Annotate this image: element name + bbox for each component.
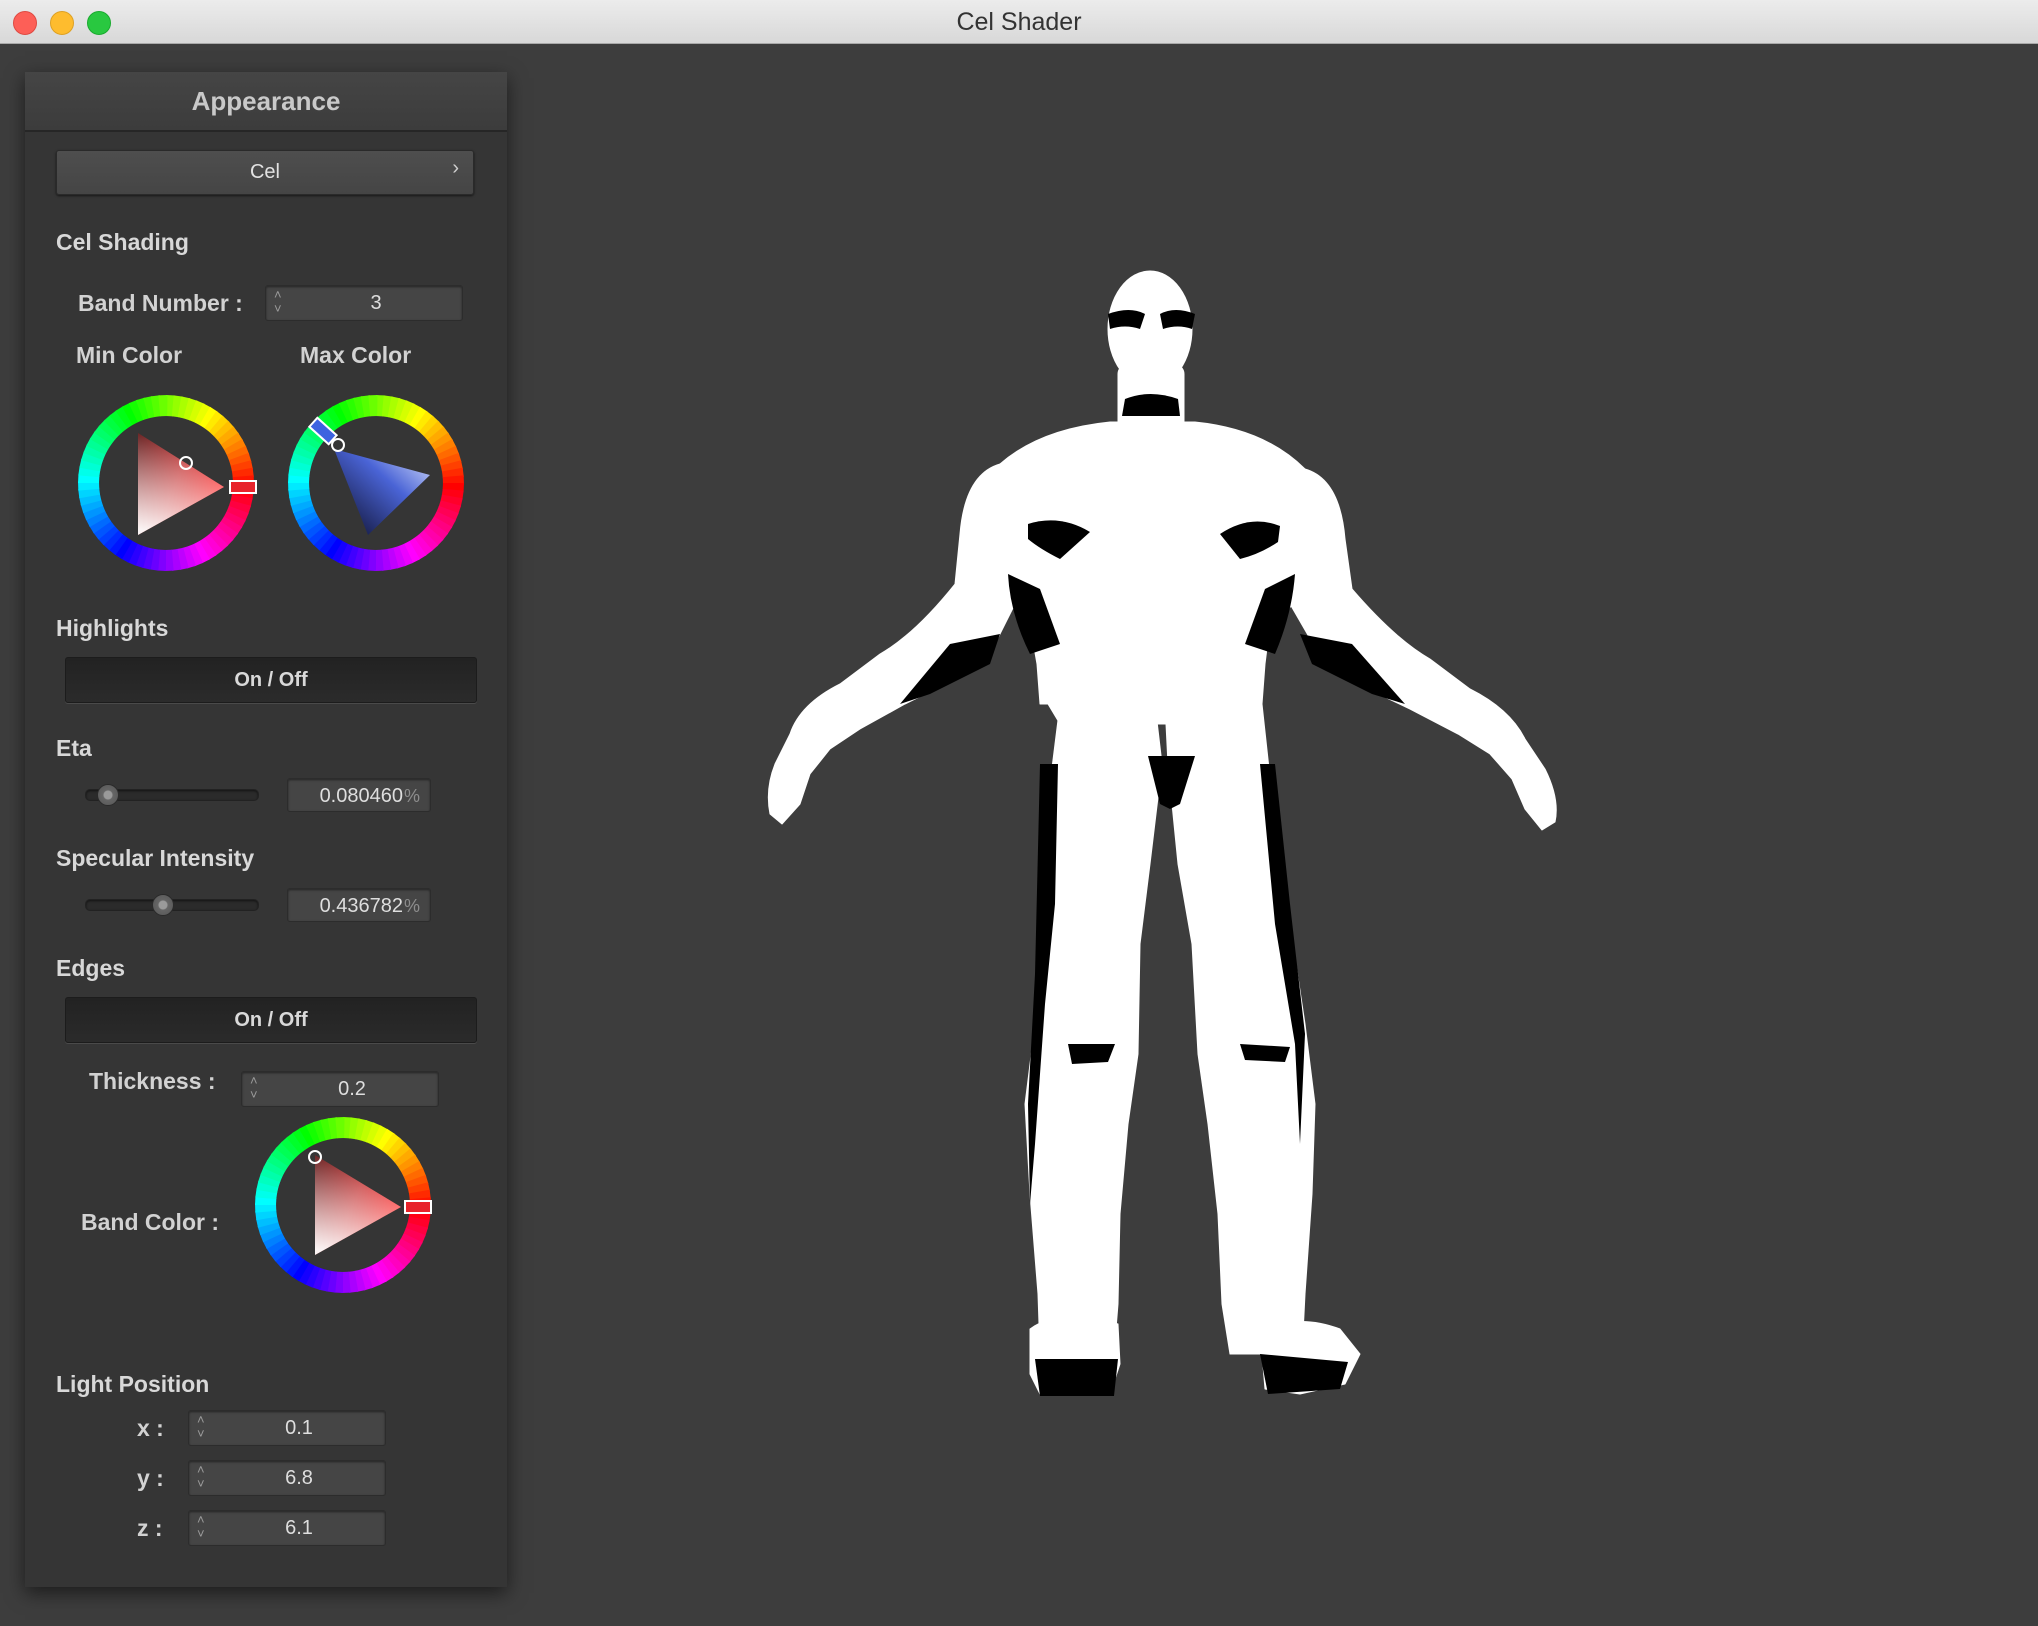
stepper-arrows-icon[interactable]: ˄ ˅ [197, 1413, 205, 1441]
stepper-arrows-icon[interactable]: ˄ ˅ [197, 1463, 205, 1491]
edges-title: Edges [56, 955, 126, 981]
light-y-stepper[interactable]: ˄ ˅ 6.8 [188, 1460, 386, 1496]
band-color-label: Band Color : [81, 1209, 219, 1235]
band-hue-handle[interactable] [404, 1200, 432, 1214]
panel-header: Appearance [25, 72, 507, 132]
light-z-value: 6.1 [285, 1517, 313, 1539]
shader-dropdown-value: Cel [249, 161, 280, 183]
cel-shading-title: Cel Shading [56, 229, 189, 255]
band-color-wheel[interactable] [253, 1115, 433, 1295]
specular-intensity-unit: % [403, 896, 420, 916]
highlights-toggle-button[interactable]: On / Off [65, 657, 477, 703]
light-x-stepper[interactable]: ˄ ˅ 0.1 [188, 1410, 386, 1446]
stepper-arrows-icon[interactable]: ˄ ˅ [274, 288, 282, 316]
eta-label: Eta [56, 735, 92, 761]
thickness-label: Thickness : [89, 1068, 216, 1094]
light-x-value: 0.1 [285, 1417, 313, 1439]
eta-value-field[interactable]: 0.080460% [287, 778, 431, 812]
max-color-wheel[interactable] [286, 393, 466, 573]
light-position-title: Light Position [56, 1371, 210, 1397]
edges-toggle-button[interactable]: On / Off [65, 997, 477, 1043]
window-title: Cel Shader [956, 8, 1082, 36]
light-z-stepper[interactable]: ˄ ˅ 6.1 [188, 1510, 386, 1546]
band-number-value: 3 [370, 292, 382, 314]
specular-intensity-value-field[interactable]: 0.436782% [287, 888, 431, 922]
title-bar: Cel Shader [0, 0, 2038, 44]
band-number-label: Band Number : [78, 290, 243, 316]
light-y-label: y : [137, 1465, 164, 1491]
light-z-label: z : [137, 1515, 163, 1541]
stepper-arrows-icon[interactable]: ˄ ˅ [197, 1513, 205, 1541]
stepper-arrows-icon[interactable]: ˄ ˅ [250, 1074, 258, 1102]
appearance-panel: Appearance Cel › Cel Shading Band Number… [25, 72, 507, 1587]
light-y-value: 6.8 [285, 1467, 313, 1489]
light-x-label: x : [137, 1415, 164, 1441]
band-number-stepper[interactable]: ˄ ˅ 3 [265, 285, 463, 321]
chevron-right-icon: › [452, 157, 459, 179]
eta-unit: % [403, 786, 420, 806]
specular-intensity-value: 0.436782 [319, 895, 403, 917]
specular-intensity-slider-knob[interactable] [151, 894, 174, 916]
min-color-label: Min Color [76, 342, 183, 368]
min-hue-handle[interactable] [229, 480, 257, 494]
min-color-wheel[interactable] [76, 393, 257, 573]
eta-value: 0.080460 [319, 785, 403, 807]
highlights-title: Highlights [56, 615, 169, 641]
specular-intensity-label: Specular Intensity [56, 845, 255, 871]
max-color-label: Max Color [300, 342, 412, 368]
eta-slider-knob[interactable] [97, 784, 120, 806]
thickness-value: 0.2 [338, 1078, 366, 1100]
shader-dropdown[interactable]: Cel › [56, 150, 474, 195]
thickness-stepper[interactable]: ˄ ˅ 0.2 [241, 1071, 439, 1107]
